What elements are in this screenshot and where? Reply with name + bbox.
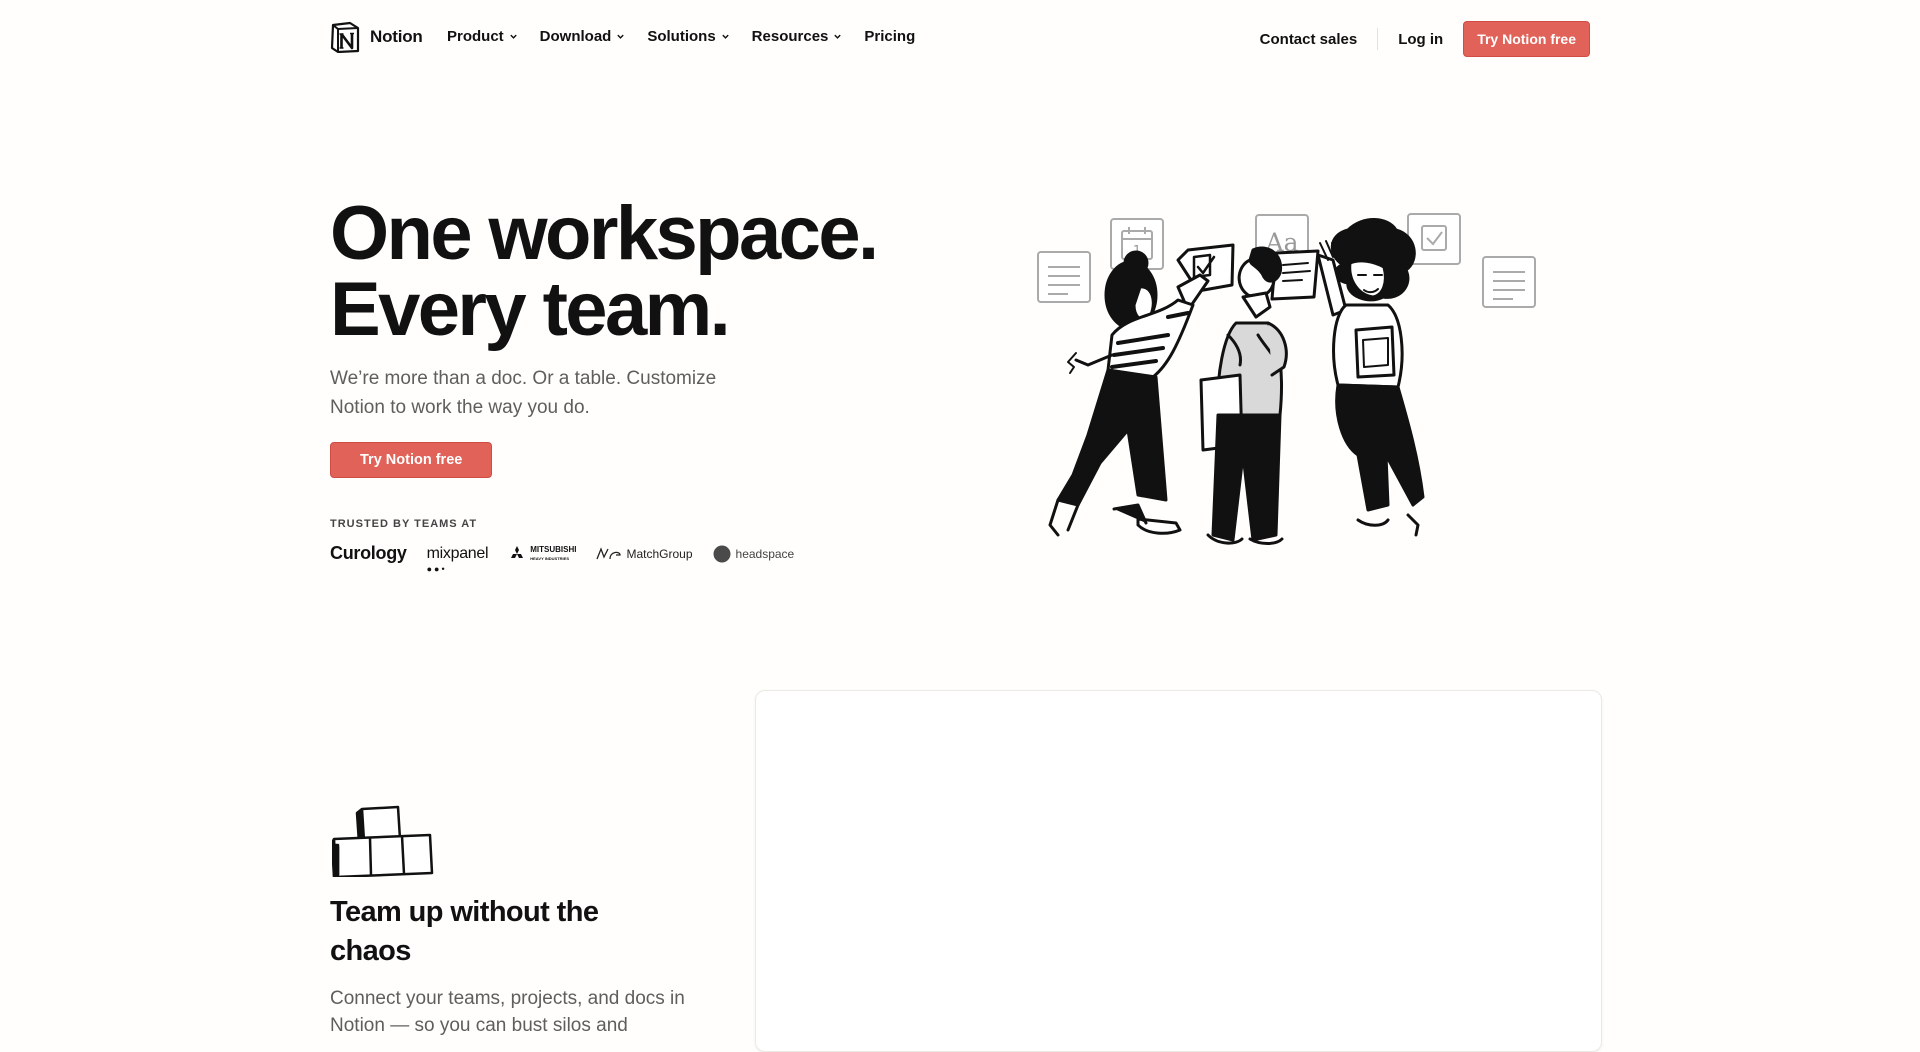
contact-sales-link[interactable]: Contact sales [1240,31,1378,48]
nav-label: Pricing [864,28,916,45]
feature-title: Team up without the chaos [330,896,599,967]
main-nav: Product Download Solutions Resources Pri… [447,28,937,45]
chevron-down-icon [617,34,625,39]
headspace-wordmark: headspace [735,546,795,561]
nav-pricing[interactable]: Pricing [864,28,915,45]
matchgroup-wordmark: MatchGroup [626,546,693,561]
header-actions: Contact sales Log in Try Notion free [1240,21,1590,57]
customer-logos: Curology mixpanel ●●• MITSUBISHI HEAVY I… [330,543,795,574]
mitsubishi-wordmark: MITSUBISHI HEAVY INDUSTRIES [530,544,577,562]
notion-logo[interactable]: Notion [330,21,423,53]
chevron-down-icon [509,34,517,39]
hero-title-line-2: Every team. [330,267,731,352]
hero-title-line-1: One workspace. [330,191,879,276]
curology-logo: Curology [330,543,407,563]
chevron-down-icon [834,34,842,39]
matchgroup-logo: MatchGroup [596,546,693,561]
nav-resources[interactable]: Resources [752,28,843,45]
site-header: Notion Product Download Solutions Resour… [0,0,1920,80]
headspace-logo: headspace [713,545,795,563]
mixpanel-logo: mixpanel ●●• [426,544,489,574]
person-middle [1199,246,1320,545]
headspace-dot-icon [713,545,731,562]
brand-name: Notion [370,27,423,46]
nav-label: Download [539,28,612,45]
matchgroup-mark-icon [596,546,622,559]
trusted-label: TRUSTED BY TEAMS AT [330,518,478,530]
blocks-icon [332,805,434,877]
checkbox-card-top-icon [1407,213,1461,265]
hero-illustration: 1 Aa [1037,213,1536,545]
hero-title: One workspace. Every team. [330,196,879,348]
person-right [1316,218,1425,537]
nav-label: Product [447,28,504,45]
feature-text: Connect your teams, projects, and docs i… [330,988,685,1036]
hero-try-notion-free-button[interactable]: Try Notion free [330,442,493,478]
hero-subtitle: We’re more than a doc. Or a table. Custo… [330,368,717,418]
login-link[interactable]: Log in [1378,31,1463,48]
nav-product[interactable]: Product [447,28,518,45]
mitsubishi-subtitle: HEAVY INDUSTRIES [530,555,569,561]
mitsubishi-name: MITSUBISHI [530,544,577,554]
doc-card-left-icon [1037,251,1091,303]
chevron-down-icon [721,34,729,39]
feature-preview-panel [755,690,1602,1052]
nav-label: Resources [751,28,829,45]
doc-card-right-icon [1482,256,1536,308]
mitsubishi-diamonds-icon [511,545,524,558]
mitsubishi-logo: MITSUBISHI HEAVY INDUSTRIES [508,544,577,562]
try-notion-free-button[interactable]: Try Notion free [1463,21,1590,57]
notion-logo-icon [330,21,360,53]
nav-label: Solutions [647,28,716,45]
mixpanel-dots-icon: ●●• [426,563,447,574]
nav-solutions[interactable]: Solutions [647,28,729,45]
nav-download[interactable]: Download [540,28,626,45]
mixpanel-wordmark: mixpanel [426,544,489,562]
